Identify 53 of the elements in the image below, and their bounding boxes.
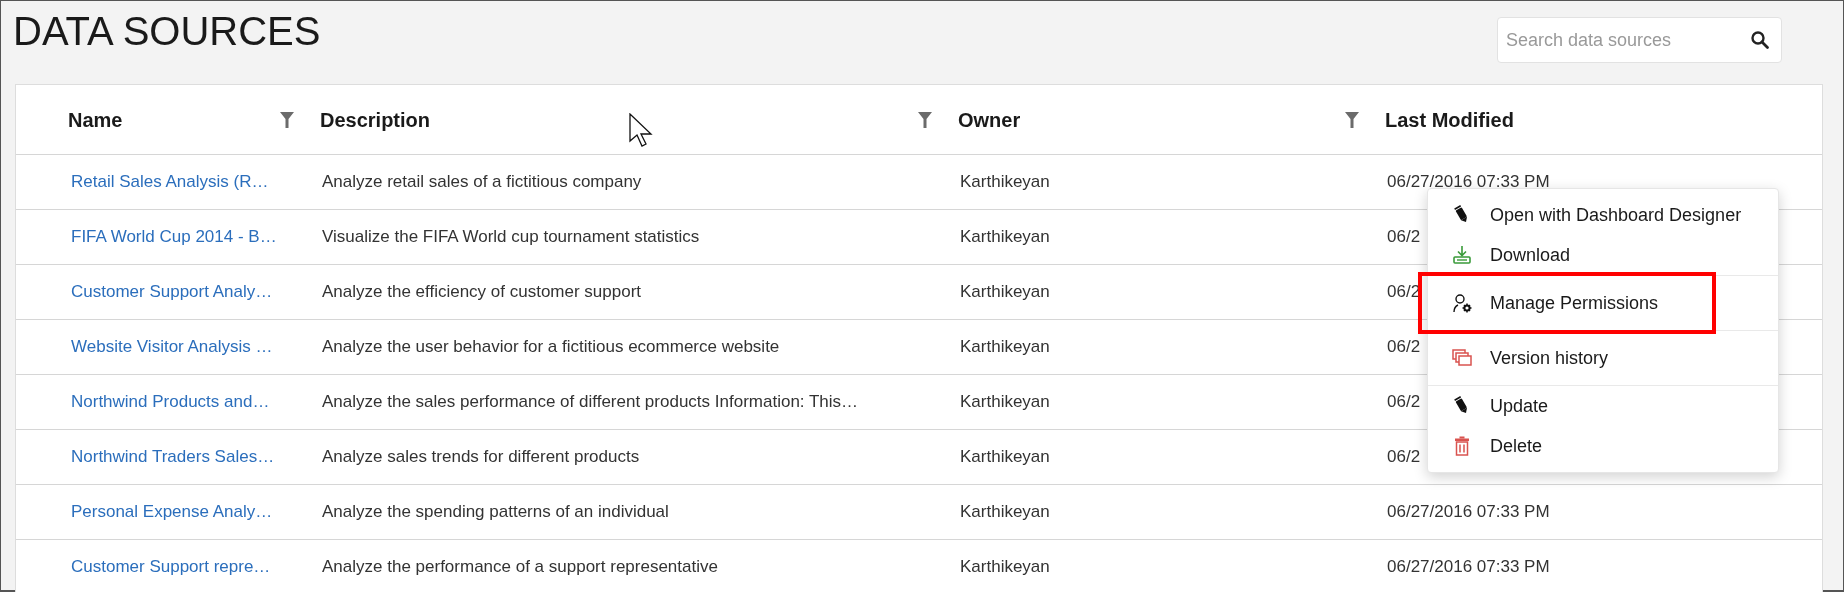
description-cell-text: Analyze the user behavior for a fictitious ecommerce website (321, 337, 780, 357)
date-cell-text: 06/27/2016 07:33 PM (1386, 502, 1550, 522)
menu-item[interactable]: Open with Dashboard Designer (1428, 195, 1778, 235)
data-source-link[interactable]: Retail Sales Analysis (R… (16, 172, 269, 192)
description-cell-text: Visualize the FIFA World cup tournament statistics (321, 227, 700, 247)
data-source-link[interactable]: Personal Expense Analy… (16, 502, 273, 522)
user-gear-icon (1452, 293, 1472, 313)
owner-cell-text: Karthikeyan (959, 447, 1050, 467)
search-icon[interactable] (1750, 30, 1770, 50)
page-title: DATA SOURCES (12, 8, 321, 51)
owner-cell-text: Karthikeyan (959, 282, 1050, 302)
menu-item[interactable]: Delete (1428, 426, 1778, 466)
description-cell-text: Analyze the sales performance of different products Information: This… (321, 392, 859, 412)
download-icon (1452, 245, 1472, 265)
date-cell-text: 06/2 (1386, 447, 1421, 467)
data-source-link[interactable]: Customer Support Analy… (16, 282, 273, 302)
menu-item[interactable]: Download (1428, 235, 1778, 275)
trash-icon (1452, 436, 1472, 456)
date-cell-text: 06/27/2016 07:33 PM (1386, 557, 1550, 577)
owner-cell-text: Karthikeyan (959, 337, 1050, 357)
date-cell-text: 06/27/2016 07:33 PM (1386, 172, 1550, 192)
description-cell-text: Analyze the performance of a support representative (321, 557, 718, 577)
column-header: Name (67, 107, 123, 133)
menu-item[interactable]: Update (1428, 386, 1778, 426)
date-cell-text: 06/2 (1386, 337, 1421, 357)
date-cell-text: 06/2 (1386, 392, 1421, 412)
column-header: Owner (957, 107, 1021, 133)
data-source-link[interactable]: Northwind Traders Sales… (16, 447, 275, 467)
menu-item[interactable]: Version history (1428, 331, 1778, 385)
date-cell-text: 06/2 (1386, 282, 1421, 302)
owner-cell-text: Karthikeyan (959, 392, 1050, 412)
description-cell-text: Analyze retail sales of a fictitious company (321, 172, 642, 192)
search-field[interactable]: Search data sources (1497, 17, 1782, 63)
data-source-link[interactable]: Northwind Products and… (16, 392, 270, 412)
owner-cell-text: Karthikeyan (959, 227, 1050, 247)
date-cell-text: 06/2 (1386, 227, 1421, 247)
filter-icon[interactable] (918, 111, 932, 128)
description-cell-text: Analyze sales trends for different products (321, 447, 640, 467)
description-cell-text: Analyze the spending patterns of an individual (321, 502, 669, 522)
column-header: Description (319, 107, 431, 133)
owner-cell-text: Karthikeyan (959, 557, 1050, 577)
description-cell-text: Analyze the efficiency of customer support (321, 282, 642, 302)
stacked-windows-icon (1452, 348, 1472, 368)
filter-icon[interactable] (1345, 111, 1359, 128)
data-source-link[interactable]: Customer Support repre… (16, 557, 271, 577)
data-source-link[interactable]: Website Visitor Analysis … (16, 337, 273, 357)
owner-cell-text: Karthikeyan (959, 502, 1050, 522)
owner-cell-text: Karthikeyan (959, 172, 1050, 192)
filter-icon[interactable] (280, 111, 294, 128)
column-header: Last Modified (1384, 107, 1514, 133)
menu-item[interactable]: Manage Permissions (1422, 276, 1712, 330)
cursor-icon (629, 113, 653, 149)
data-source-link[interactable]: FIFA World Cup 2014 - B… (16, 227, 277, 247)
